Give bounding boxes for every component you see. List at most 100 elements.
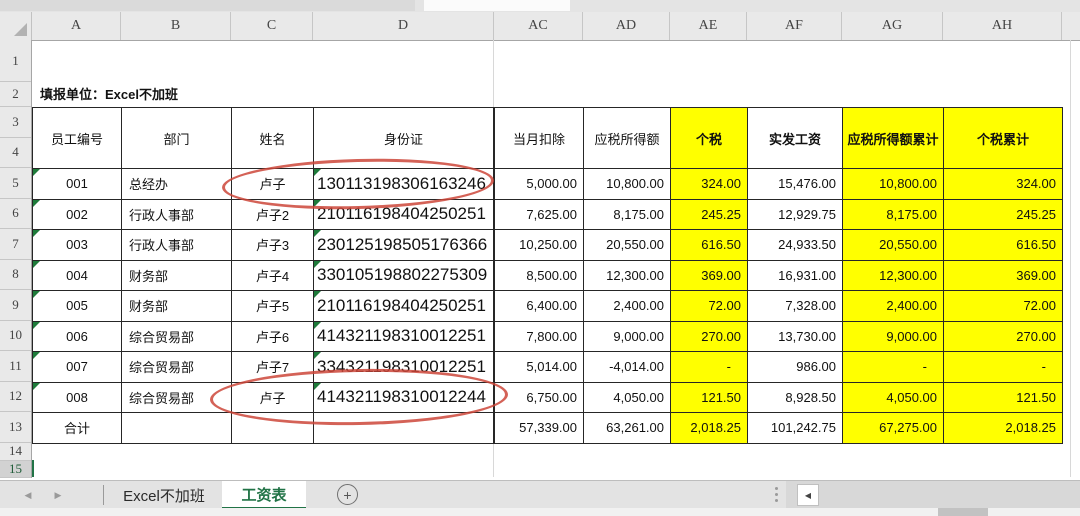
row-header-14[interactable]: 14 (0, 443, 31, 461)
table-cell[interactable]: 10,250.00 (495, 230, 584, 261)
column-header-AE[interactable]: AE (670, 12, 747, 40)
table-cell[interactable]: 卢子6 (232, 321, 314, 352)
row-header-6[interactable]: 6 (0, 199, 31, 229)
header-cell[interactable]: 实发工资 (748, 108, 843, 169)
row-header-15[interactable]: 15 (0, 460, 31, 478)
table-cell[interactable]: 2,400.00 (843, 291, 944, 322)
table-cell[interactable]: 121.50 (944, 382, 1063, 413)
table-cell[interactable]: 8,928.50 (748, 382, 843, 413)
column-header-AG[interactable]: AG (842, 12, 943, 40)
table-cell[interactable]: 270.00 (671, 321, 748, 352)
column-header-C[interactable]: C (231, 12, 313, 40)
table-cell[interactable]: 414321198310012251 (314, 321, 495, 352)
row-header-2[interactable]: 2 (0, 82, 31, 107)
header-cell[interactable]: 员工编号 (33, 108, 122, 169)
sheet-nav-right-icon[interactable]: ▶ (48, 481, 68, 509)
table-cell[interactable]: - (944, 352, 1063, 383)
table-cell[interactable]: 财务部 (122, 291, 232, 322)
table-cell[interactable]: 行政人事部 (122, 199, 232, 230)
table-cell[interactable]: 12,300.00 (584, 260, 671, 291)
table-cell[interactable]: 4,050.00 (843, 382, 944, 413)
table-cell[interactable]: 57,339.00 (495, 413, 584, 444)
column-header-AD[interactable]: AD (583, 12, 670, 40)
row-header-11[interactable]: 11 (0, 351, 31, 382)
table-cell[interactable]: 334321198310012251 (314, 352, 495, 383)
table-cell[interactable]: 002 (33, 199, 122, 230)
table-cell[interactable]: 卢子 (232, 169, 314, 200)
column-header-D[interactable]: D (313, 12, 494, 40)
table-cell[interactable] (232, 413, 314, 444)
sheet-tab-1[interactable]: Excel不加班 (108, 481, 220, 509)
table-cell[interactable]: 20,550.00 (843, 230, 944, 261)
table-cell[interactable]: 9,000.00 (843, 321, 944, 352)
table-cell[interactable]: 综合贸易部 (122, 321, 232, 352)
table-cell[interactable]: 121.50 (671, 382, 748, 413)
table-cell[interactable]: 7,328.00 (748, 291, 843, 322)
table-cell[interactable] (314, 413, 495, 444)
table-cell[interactable]: 10,800.00 (584, 169, 671, 200)
table-cell[interactable]: 245.25 (944, 199, 1063, 230)
header-cell[interactable]: 姓名 (232, 108, 314, 169)
table-cell[interactable]: 007 (33, 352, 122, 383)
table-cell[interactable]: 财务部 (122, 260, 232, 291)
table-cell[interactable]: 5,000.00 (495, 169, 584, 200)
header-cell[interactable]: 个税累计 (944, 108, 1063, 169)
select-all-button[interactable] (0, 12, 32, 40)
table-cell[interactable]: 616.50 (671, 230, 748, 261)
table-cell[interactable]: 12,300.00 (843, 260, 944, 291)
table-cell[interactable]: 210116198404250251 (314, 199, 495, 230)
column-header-AC[interactable]: AC (494, 12, 583, 40)
row-header-1[interactable]: 1 (0, 40, 31, 82)
header-cell[interactable]: 应税所得额累计 (843, 108, 944, 169)
table-cell[interactable]: 230125198505176366 (314, 230, 495, 261)
table-cell[interactable]: 8,500.00 (495, 260, 584, 291)
table-cell[interactable]: 7,625.00 (495, 199, 584, 230)
header-cell[interactable]: 个税 (671, 108, 748, 169)
table-cell[interactable]: 16,931.00 (748, 260, 843, 291)
table-cell[interactable]: 8,175.00 (584, 199, 671, 230)
table-cell[interactable]: 12,929.75 (748, 199, 843, 230)
row-header-8[interactable]: 8 (0, 260, 31, 290)
table-cell[interactable]: - (843, 352, 944, 383)
table-cell[interactable]: 130113198306163246 (314, 169, 495, 200)
table-cell[interactable]: 005 (33, 291, 122, 322)
row-header-3[interactable]: 3 (0, 107, 31, 138)
table-cell[interactable]: - (671, 352, 748, 383)
table-cell[interactable]: 行政人事部 (122, 230, 232, 261)
table-cell[interactable]: 369.00 (944, 260, 1063, 291)
table-cell[interactable]: 2,018.25 (671, 413, 748, 444)
table-cell[interactable]: 006 (33, 321, 122, 352)
header-cell[interactable]: 当月扣除 (495, 108, 584, 169)
table-cell[interactable]: 8,175.00 (843, 199, 944, 230)
table-cell[interactable]: 004 (33, 260, 122, 291)
row-header-9[interactable]: 9 (0, 290, 31, 321)
table-cell[interactable]: 卢子3 (232, 230, 314, 261)
table-cell[interactable]: 6,400.00 (495, 291, 584, 322)
scrollbar-thumb[interactable] (938, 508, 988, 516)
table-cell[interactable]: -4,014.00 (584, 352, 671, 383)
table-cell[interactable]: 卢子7 (232, 352, 314, 383)
horizontal-scrollbar-track[interactable] (786, 481, 1080, 509)
table-cell[interactable]: 986.00 (748, 352, 843, 383)
row-header-10[interactable]: 10 (0, 321, 31, 351)
table-cell[interactable] (122, 413, 232, 444)
column-header-AH[interactable]: AH (943, 12, 1062, 40)
row-header-4[interactable]: 4 (0, 138, 31, 168)
table-cell[interactable]: 210116198404250251 (314, 291, 495, 322)
table-cell[interactable]: 合计 (33, 413, 122, 444)
table-cell[interactable]: 13,730.00 (748, 321, 843, 352)
table-cell[interactable]: 9,000.00 (584, 321, 671, 352)
column-header-AF[interactable]: AF (747, 12, 842, 40)
table-cell[interactable]: 270.00 (944, 321, 1063, 352)
row-header-7[interactable]: 7 (0, 229, 31, 260)
table-cell[interactable]: 414321198310012244 (314, 382, 495, 413)
row-header-5[interactable]: 5 (0, 168, 31, 199)
row-header-12[interactable]: 12 (0, 382, 31, 412)
scroll-left-button[interactable]: ◀ (797, 484, 819, 506)
row-header-13[interactable]: 13 (0, 412, 31, 443)
table-cell[interactable]: 20,550.00 (584, 230, 671, 261)
table-cell[interactable]: 324.00 (944, 169, 1063, 200)
table-cell[interactable]: 001 (33, 169, 122, 200)
table-cell[interactable]: 卢子2 (232, 199, 314, 230)
table-cell[interactable]: 卢子4 (232, 260, 314, 291)
